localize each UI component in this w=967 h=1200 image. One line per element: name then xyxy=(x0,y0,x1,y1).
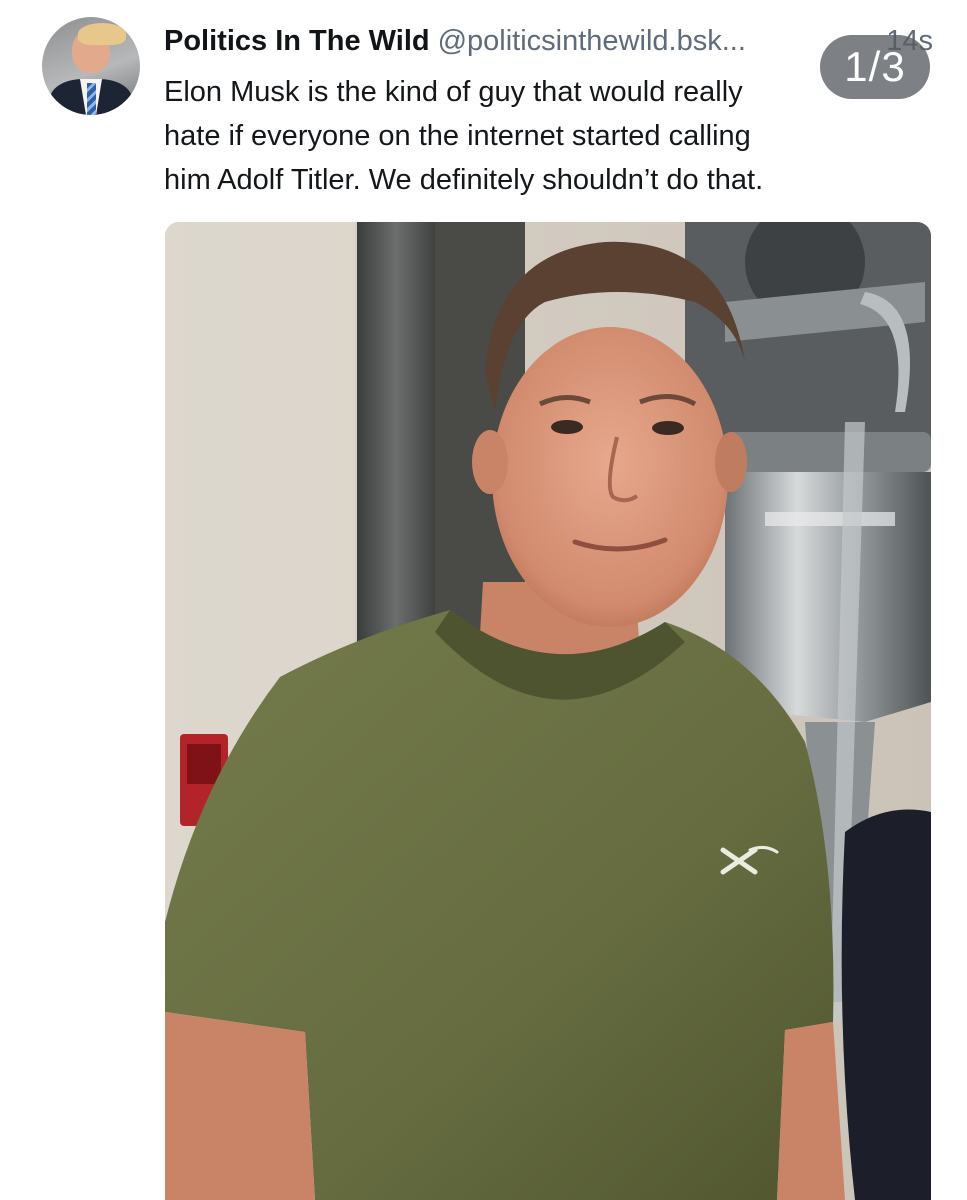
author-handle[interactable]: @politicsinthewild.bsk... xyxy=(438,25,746,57)
background-person xyxy=(841,809,931,1200)
engine-highlight xyxy=(765,512,895,526)
post-card[interactable]: Politics In The Wild @politicsinthewild.b… xyxy=(0,0,967,1200)
author-avatar[interactable] xyxy=(42,17,140,115)
left-eye xyxy=(551,420,583,434)
avatar-tie xyxy=(87,83,96,115)
post-text: Elon Musk is the kind of guy that would … xyxy=(164,70,824,202)
post-image[interactable] xyxy=(165,222,931,1200)
right-arm xyxy=(777,1022,845,1200)
right-ear xyxy=(715,432,747,492)
avatar-hair xyxy=(78,23,126,45)
engine-ring xyxy=(725,432,931,472)
post-text-line-2: hate if everyone on the internet started… xyxy=(164,120,751,152)
post-text-line-3: him Adolf Titler. We definitely shouldn’… xyxy=(164,164,764,196)
red-box-panel xyxy=(187,744,221,784)
photo-illustration xyxy=(165,222,931,1200)
post-text-line-1: Elon Musk is the kind of guy that would … xyxy=(164,76,743,108)
left-arm xyxy=(165,1012,315,1200)
right-eye xyxy=(652,421,684,435)
author-display-name[interactable]: Politics In The Wild xyxy=(164,25,430,57)
media-counter-badge: 1/3 xyxy=(820,35,930,99)
left-ear xyxy=(472,430,508,494)
post-header: Politics In The Wild @politicsinthewild.b… xyxy=(164,22,934,62)
